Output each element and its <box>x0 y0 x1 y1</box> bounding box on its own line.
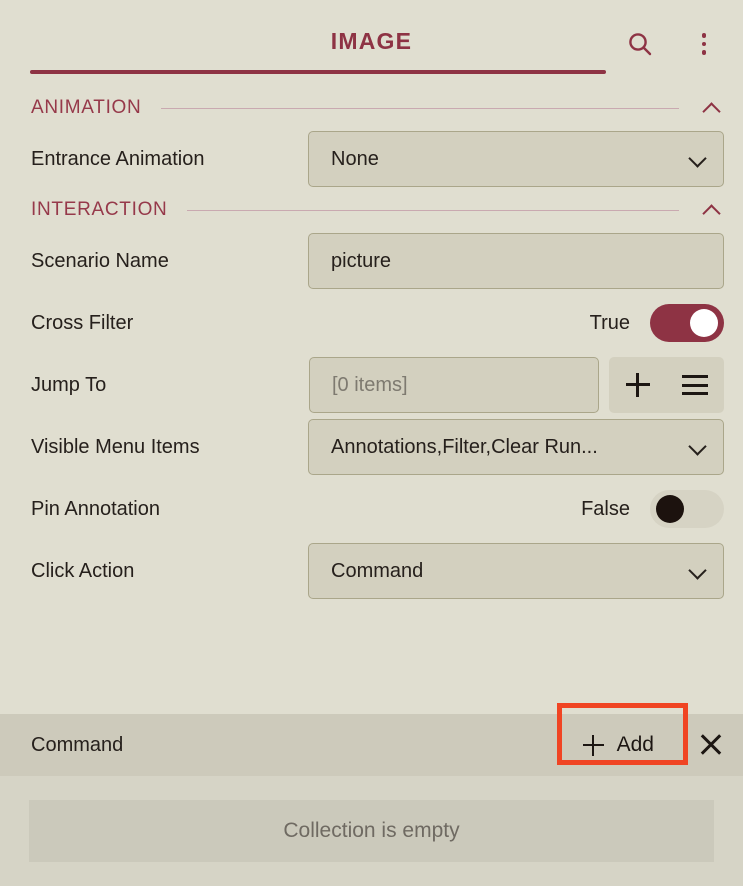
chevron-down-icon <box>687 149 707 169</box>
close-icon[interactable] <box>698 732 724 758</box>
toggle-knob <box>690 309 718 337</box>
control-visible-menu-items: Annotations,Filter,Clear Run... <box>308 419 724 475</box>
more-vertical-icon[interactable] <box>687 27 721 61</box>
pin-annotation-toggle[interactable] <box>650 490 724 528</box>
section-title-interaction: INTERACTION <box>31 199 168 220</box>
section-divider <box>187 209 679 211</box>
control-scenario-name: picture <box>308 233 724 289</box>
row-entrance-animation: Entrance Animation None <box>0 128 743 190</box>
section-title-animation: ANIMATION <box>31 97 142 118</box>
add-command-button[interactable]: Add <box>569 726 670 764</box>
hamburger-icon[interactable] <box>682 375 709 395</box>
command-band: Command Add <box>0 703 743 776</box>
label-cross-filter: Cross Filter <box>31 311 134 334</box>
label-pin-annotation: Pin Annotation <box>31 497 160 520</box>
toggle-knob <box>656 495 684 523</box>
label-scenario-name: Scenario Name <box>31 249 169 272</box>
plus-icon[interactable] <box>625 372 651 398</box>
label-click-action: Click Action <box>31 559 135 582</box>
cross-filter-value: True <box>589 311 630 334</box>
empty-collection-text: Collection is empty <box>283 819 460 842</box>
plus-icon <box>582 734 604 756</box>
row-jump-to: Jump To [0 items] <box>0 354 743 416</box>
row-scenario-name: Scenario Name picture <box>0 230 743 292</box>
header-actions <box>623 27 721 61</box>
dropdown-entrance-animation[interactable]: None <box>308 131 724 187</box>
control-click-action: Command <box>308 543 724 599</box>
section-header-animation[interactable]: ANIMATION <box>0 88 743 128</box>
dropdown-entrance-animation-value: None <box>331 147 379 170</box>
chevron-up-icon[interactable] <box>701 199 723 221</box>
pin-annotation-value: False <box>581 497 630 520</box>
jump-to-actions <box>609 357 724 413</box>
row-cross-filter: Cross Filter True <box>0 292 743 354</box>
label-entrance-animation: Entrance Animation <box>31 147 205 170</box>
dropdown-click-action-value: Command <box>331 559 424 582</box>
control-entrance-animation: None <box>308 131 724 187</box>
jump-to-value: [0 items] <box>332 373 408 396</box>
panel-header: IMAGE <box>0 0 743 88</box>
row-pin-annotation: Pin Annotation False <box>0 478 743 540</box>
label-visible-menu-items: Visible Menu Items <box>31 435 200 458</box>
chevron-down-icon <box>687 437 707 457</box>
search-icon[interactable] <box>623 27 657 61</box>
control-cross-filter: True <box>590 304 724 342</box>
chevron-up-icon[interactable] <box>701 97 723 119</box>
collection-area: Collection is empty <box>0 776 743 886</box>
label-command: Command <box>31 733 124 756</box>
dropdown-click-action[interactable]: Command <box>308 543 724 599</box>
jump-to-field[interactable]: [0 items] <box>309 357 599 413</box>
dots-glyph <box>701 33 707 55</box>
title-underline <box>30 70 606 74</box>
label-jump-to: Jump To <box>31 373 107 396</box>
scenario-name-value: picture <box>331 249 392 272</box>
control-jump-to: [0 items] <box>309 357 724 413</box>
section-header-interaction[interactable]: INTERACTION <box>0 190 743 230</box>
dropdown-visible-menu-items-value: Annotations,Filter,Clear Run... <box>331 435 598 458</box>
dropdown-visible-menu-items[interactable]: Annotations,Filter,Clear Run... <box>308 419 724 475</box>
add-command-label: Add <box>616 733 654 756</box>
row-visible-menu-items: Visible Menu Items Annotations,Filter,Cl… <box>0 416 743 478</box>
section-divider <box>161 107 679 109</box>
chevron-down-icon <box>687 561 707 581</box>
scenario-name-input[interactable]: picture <box>308 233 724 289</box>
command-actions: Add <box>556 703 724 765</box>
row-click-action: Click Action Command <box>0 540 743 602</box>
cross-filter-toggle[interactable] <box>650 304 724 342</box>
control-pin-annotation: False <box>581 490 724 528</box>
empty-collection-panel: Collection is empty <box>29 800 714 862</box>
